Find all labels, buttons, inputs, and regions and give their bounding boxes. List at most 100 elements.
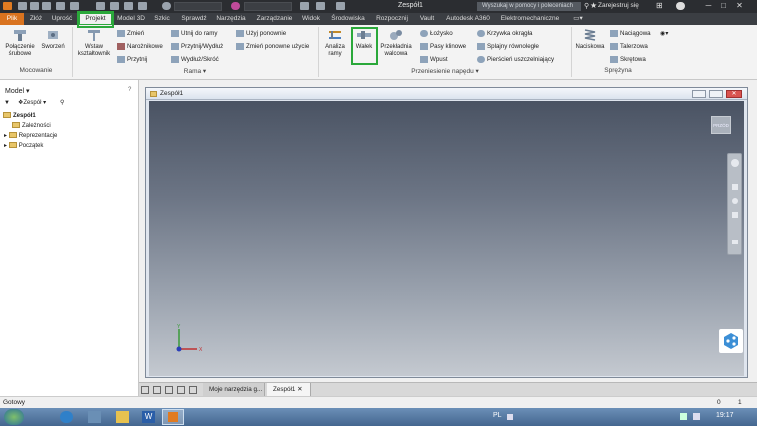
doc-close-button[interactable]: ✕ [726,90,742,98]
add-icon[interactable] [336,2,345,10]
close-tab-icon[interactable]: ✕ [297,386,302,393]
update-icon[interactable] [124,2,133,10]
help-icon[interactable]: ? [128,86,131,95]
group-przeniesienie-napedu[interactable]: Przeniesienie napędu ▾ [320,67,570,75]
doc-restore-button[interactable] [709,90,723,98]
compression-spring-button[interactable]: Naciskowa [573,28,607,51]
language-indicator[interactable]: PL [493,412,502,419]
tree-item-root[interactable]: Zespół1 [3,112,36,121]
filter-icon[interactable]: ▼ [4,99,10,108]
extension-spring-button[interactable]: Naciągowa [610,29,651,38]
belleville-spring-button[interactable]: Talerzowa [610,42,648,51]
change-button[interactable]: Zmień [117,29,144,38]
word-icon[interactable]: W [142,411,155,423]
frame-analysis-button[interactable]: Analiza ramy [320,28,350,58]
tray-arrow-icon[interactable] [507,414,513,420]
lengthen-shorten-button[interactable]: Wydłuż/Skróć [171,55,219,64]
appearance-icon[interactable] [231,2,240,10]
clock[interactable]: 19:17 [716,412,734,419]
tab-model-3d[interactable]: Model 3D [114,13,148,25]
trim-to-frame-button[interactable]: Utnij do ramy [171,29,217,38]
appearance-select[interactable] [244,2,292,11]
bearing-button[interactable]: Łożysko [420,29,453,38]
trim-button[interactable]: Przytnij [117,55,147,64]
tab-plik[interactable]: Plik [0,13,24,25]
pan-icon[interactable] [732,184,738,190]
material-icon[interactable] [162,2,171,10]
tree-item-relationships[interactable]: Zależności [12,122,51,131]
network-icon[interactable] [680,413,687,420]
look-at-icon[interactable] [732,240,738,244]
document-menu-icon[interactable] [189,386,197,394]
clear-icon[interactable] [300,2,309,10]
home-icon[interactable] [96,2,105,10]
arrange-icon[interactable] [177,386,185,394]
orbit-icon[interactable] [732,212,738,218]
maximize-button[interactable]: □ [717,1,730,11]
app-logo-icon[interactable] [3,2,12,10]
close-button[interactable]: ✕ [733,1,746,11]
tree-item-origin[interactable]: ▸ Początek [4,142,43,151]
graphics-viewport[interactable]: PRZÓD Y X [149,101,744,376]
tree-item-representations[interactable]: ▸ Reprezentacje [4,132,57,141]
spur-gear-button[interactable]: Przekładnia walcowa [378,28,414,58]
clevis-pin-button[interactable]: Sworzeń [38,28,68,51]
miter-button[interactable]: Narożnikowe [117,42,163,51]
tile-horizontal-icon[interactable] [141,386,149,394]
torsion-spring-button[interactable]: Skrętowa [610,55,646,64]
trim-extend-button[interactable]: Przytnij/Wydłuż [171,42,223,51]
tab-widok[interactable]: Widok [300,13,322,25]
undo-icon[interactable] [56,2,65,10]
explorer-icon[interactable] [116,411,129,423]
disc-cam-button[interactable]: Krzywka okrągła [477,29,532,38]
bolted-connection-button[interactable]: Połączenie śrubowe [2,28,38,58]
save-icon[interactable] [42,2,51,10]
select-icon[interactable] [110,2,119,10]
volume-icon[interactable] [693,413,700,420]
tab-rozpocznij[interactable]: Rozpocznij [372,13,412,25]
key-button[interactable]: Wpust [420,55,448,64]
cart-icon[interactable]: ⊞ [656,2,665,10]
tab-szkic[interactable]: Szkic [150,13,174,25]
tab-vault[interactable]: Vault [416,13,438,25]
viewcube[interactable]: PRZÓD [711,116,731,134]
change-reuse-button[interactable]: Zmień ponowne użycie [236,42,309,51]
more-options-icon[interactable]: ◉▾ [660,29,669,38]
sign-in-link[interactable]: Zarejestruj się [598,2,639,9]
cursor-icon[interactable] [138,2,147,10]
open-file-icon[interactable] [30,2,39,10]
inventor-taskbar-button[interactable] [162,409,184,425]
v-belts-button[interactable]: Pasy klinowe [420,42,466,51]
tab-my-tools[interactable]: Moje narzędzia g... [203,383,265,396]
redo-icon[interactable] [70,2,79,10]
help-icon[interactable] [676,2,685,10]
media-icon[interactable] [88,411,101,423]
tab-zloz[interactable]: Złóż [26,13,46,25]
find-icon[interactable]: ⚲ [60,99,64,108]
steering-wheel-icon[interactable] [731,159,739,167]
o-ring-button[interactable]: Pierścień uszczelniający [477,55,554,64]
parallel-splines-button[interactable]: Splajny równoległe [477,42,539,51]
formula-icon[interactable] [316,2,325,10]
cascade-icon[interactable] [165,386,173,394]
navigation-bar[interactable] [727,153,742,255]
tab-uprosc[interactable]: Uprość [48,13,76,25]
browser-header[interactable]: Model ▾ [5,87,30,96]
tab-sprawdz[interactable]: Sprawdź [178,13,210,25]
group-rama[interactable]: Rama ▾ [75,67,315,75]
tile-vertical-icon[interactable] [153,386,161,394]
share-button[interactable] [719,329,743,353]
zoom-icon[interactable] [732,198,738,204]
tab-narzedzia[interactable]: Narzędzia [213,13,249,25]
tab-autodesk-a360[interactable]: Autodesk A360 [442,13,494,25]
insert-frame-button[interactable]: Wstaw kształtownik [75,28,113,58]
new-file-icon[interactable] [18,2,27,10]
tab-zarzadzanie[interactable]: Zarządzanie [252,13,297,25]
start-button[interactable] [4,409,24,425]
browser-view-dropdown[interactable]: ❖Zespół ▾ [18,99,46,108]
tab-srodowiska[interactable]: Środowiska [328,13,368,25]
tab-elektromechaniczne[interactable]: Elektromechaniczne [498,13,562,25]
doc-minimize-button[interactable] [692,90,706,98]
tab-document[interactable]: Zespół1 ✕ [267,383,311,396]
material-select[interactable] [174,2,222,11]
